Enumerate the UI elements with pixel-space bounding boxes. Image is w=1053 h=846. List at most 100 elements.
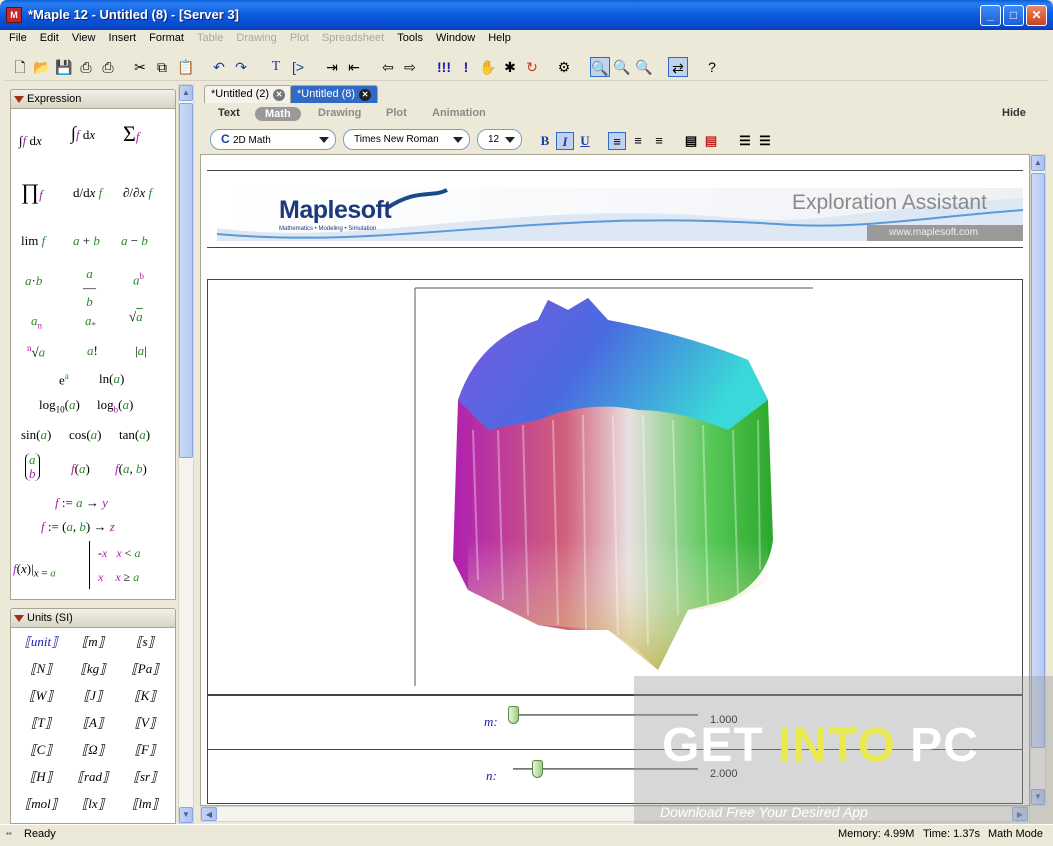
hide-button[interactable]: Hide [1002,107,1026,119]
palette-item[interactable]: f(a) [71,461,90,477]
forward-arrow-icon[interactable]: ⇨ [400,57,420,77]
unit-item[interactable]: ⟦W⟧ [19,688,63,704]
menu-format[interactable]: Format [144,30,189,44]
minimize-button[interactable]: _ [980,5,1001,26]
palette-item[interactable]: ea [59,371,69,388]
math-style-select[interactable]: C 2D Math [210,129,336,150]
scroll-up-icon[interactable]: ▲ [179,85,193,101]
back-arrow-icon[interactable]: ⇦ [378,57,398,77]
close-tab-icon[interactable]: ✕ [273,89,286,101]
palette-scrollbar[interactable]: ▲ ▼ [178,84,194,824]
palette-item[interactable]: ∫f dx [71,123,95,144]
menu-plot[interactable]: Plot [285,30,314,44]
menu-window[interactable]: Window [431,30,480,44]
text-mode-icon[interactable]: T [266,57,286,77]
undo-icon[interactable]: ↶ [209,57,229,77]
debug-icon[interactable]: ✱ [500,57,520,77]
palette-item[interactable]: a + b [73,233,100,249]
palette-item[interactable]: a − b [121,233,148,249]
paste-icon[interactable]: 📋 [176,57,196,77]
unit-item[interactable]: ⟦K⟧ [123,688,167,704]
align-left-icon[interactable]: ≡ [608,132,626,150]
unit-item[interactable]: ⟦N⟧ [19,661,63,677]
unit-item[interactable]: ⟦C⟧ [19,742,63,758]
unit-item[interactable]: ⟦Ω⟧ [71,742,115,758]
menu-file[interactable]: File [4,30,32,44]
save-icon[interactable]: 💾 [54,57,74,77]
unit-item[interactable]: ⟦T⟧ [19,715,63,731]
zoom-150-icon[interactable]: 🔍 [612,57,632,77]
numbered-list-icon[interactable]: ☰ [756,132,774,150]
new-document-icon[interactable]: 🗋 [10,57,30,77]
unit-item[interactable]: ⟦H⟧ [19,769,63,785]
zoom-200-icon[interactable]: 🔍 [634,57,654,77]
palette-item[interactable]: ln(a) [99,371,124,387]
bold-button[interactable]: B [536,132,554,150]
menu-table[interactable]: Table [192,30,228,44]
palette-item[interactable]: f := a → y [55,495,108,511]
palette-item[interactable]: ∏f [21,179,43,205]
palette-item[interactable]: cos(a) [69,427,102,443]
palette-item[interactable]: -x x < ax x ≥ a [89,541,140,589]
palette-item[interactable]: f(a, b) [115,461,147,477]
scroll-left-icon[interactable]: ◀ [201,807,217,821]
palette-item[interactable]: lim f [21,233,45,249]
cut-icon[interactable]: ✂ [130,57,150,77]
palette-item[interactable]: log10(a) [39,397,80,415]
unit-item[interactable]: ⟦A⟧ [71,715,115,731]
unit-item[interactable]: ⟦mol⟧ [19,796,63,812]
redo-icon[interactable]: ↷ [231,57,251,77]
print-preview-icon[interactable]: ⎙ [98,57,118,77]
scroll-thumb[interactable] [1031,173,1045,748]
close-button[interactable]: ✕ [1026,5,1047,26]
palette-item[interactable]: a* [85,313,96,331]
slider-knob-n[interactable] [531,760,543,778]
maximize-button[interactable]: □ [1003,5,1024,26]
menu-tools[interactable]: Tools [392,30,428,44]
restart-icon[interactable]: ↻ [522,57,542,77]
help-icon[interactable]: ? [702,57,722,77]
palette-item[interactable]: ab [25,453,40,481]
unit-item[interactable]: ⟦lm⟧ [123,796,167,812]
unit-item[interactable]: ⟦m⟧ [71,634,115,650]
3d-surface-plot[interactable] [208,280,1024,696]
unit-item[interactable]: ⟦kg⟧ [71,661,115,677]
palette-item[interactable]: logb(a) [97,397,133,415]
bullet-list-icon[interactable]: ☰ [736,132,754,150]
zoom-100-icon[interactable]: 🔍 [590,57,610,77]
open-folder-icon[interactable]: 📂 [32,57,52,77]
text-color-icon[interactable]: ▤ [682,132,700,150]
menu-insert[interactable]: Insert [104,30,142,44]
units-palette-header[interactable]: Units (SI) [10,608,176,628]
align-center-icon[interactable]: ≡ [629,132,647,150]
unit-item[interactable]: ⟦rad⟧ [71,769,115,785]
execute-icon[interactable]: ! [456,57,476,77]
close-tab-icon[interactable]: ✕ [359,89,372,101]
indent-icon[interactable]: ⇥ [322,57,342,77]
unit-item[interactable]: ⟦unit⟧ [19,634,63,650]
menu-spreadsheet[interactable]: Spreadsheet [317,30,389,44]
execute-all-icon[interactable]: !!! [434,57,454,77]
align-right-icon[interactable]: ≡ [650,132,668,150]
palette-item[interactable]: n√a [27,343,45,360]
tab-untitled-8[interactable]: *Untitled (8) ✕ [290,85,379,103]
palette-item[interactable]: √a [129,309,143,325]
menu-view[interactable]: View [67,30,101,44]
palette-item[interactable]: a ― b [83,267,96,309]
mode-plot[interactable]: Plot [386,107,407,119]
italic-button[interactable]: I [556,132,574,150]
unit-item[interactable]: ⟦s⟧ [123,634,167,650]
size-select[interactable]: 12 [477,129,522,150]
unit-item[interactable]: ⟦lx⟧ [71,796,115,812]
palette-item[interactable]: f := (a, b) → z [41,519,115,535]
scroll-down-icon[interactable]: ▼ [179,807,193,823]
palette-item[interactable]: d/dx f [73,185,102,201]
unit-item[interactable]: ⟦F⟧ [123,742,167,758]
tab-untitled-2[interactable]: *Untitled (2) ✕ [204,85,293,103]
palette-item[interactable]: ∫f dx [19,133,42,149]
copy-icon[interactable]: ⧉ [152,57,172,77]
settings-gear-icon[interactable]: ⚙ [554,57,574,77]
scroll-thumb[interactable] [179,103,193,458]
palette-item[interactable]: ∂/∂x f [123,185,152,201]
scroll-up-icon[interactable]: ▲ [1031,155,1045,171]
